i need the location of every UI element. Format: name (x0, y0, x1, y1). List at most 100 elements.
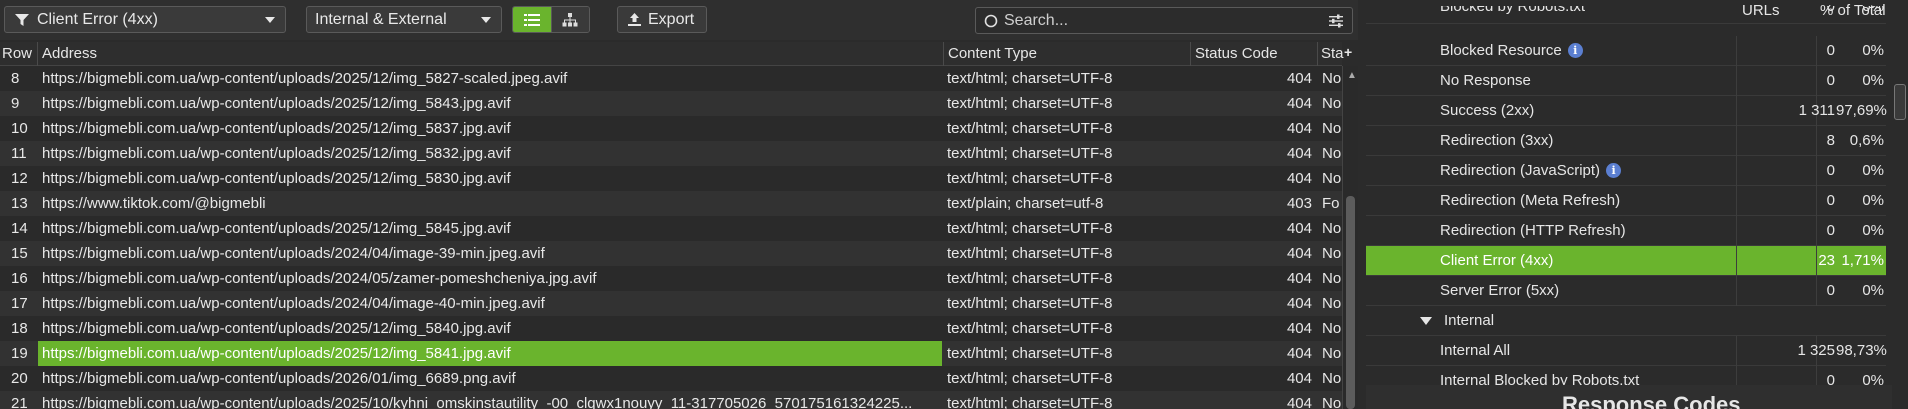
address-cell: https://bigmebli.com.ua/wp-content/uploa… (42, 345, 511, 362)
list-item[interactable]: Redirection (3xx) 8 0,6% (1366, 126, 1886, 156)
status-code-cell: 404 (1286, 295, 1312, 312)
table-row[interactable]: 16 https://bigmebli.com.ua/wp-content/upl… (0, 266, 1342, 291)
list-item[interactable]: Blocked by Robots.txt 0 0% (1366, 6, 1886, 24)
label-text: Blocked Resource (1440, 42, 1562, 59)
list-item[interactable]: Redirection (Meta Refresh) 0 0% (1366, 186, 1886, 216)
scope-dropdown[interactable]: Internal & External (306, 6, 502, 33)
table-row[interactable]: 12 https://bigmebli.com.ua/wp-content/upl… (0, 166, 1342, 191)
status-cell: No (1322, 320, 1342, 337)
tree-view-button[interactable] (550, 7, 589, 32)
filter-icon (15, 13, 29, 26)
col-header-content-type[interactable]: Content Type (948, 45, 1037, 62)
table-row[interactable]: 14 https://bigmebli.com.ua/wp-content/upl… (0, 216, 1342, 241)
overview-scrollbar[interactable] (1892, 18, 1908, 409)
table-row[interactable]: 18 https://bigmebli.com.ua/wp-content/upl… (0, 316, 1342, 341)
table-row[interactable]: 17 https://bigmebli.com.ua/wp-content/upl… (0, 291, 1342, 316)
row-number: 8 (11, 70, 20, 87)
search-box (975, 7, 1353, 34)
row-number: 11 (11, 145, 27, 162)
status-code-cell: 404 (1286, 270, 1312, 287)
scrollbar-thumb[interactable] (1346, 196, 1355, 409)
address-cell: https://bigmebli.com.ua/wp-content/uploa… (42, 395, 913, 409)
list-view-icon (523, 13, 540, 26)
table-row[interactable]: 20 https://bigmebli.com.ua/wp-content/upl… (0, 366, 1342, 391)
list-item[interactable]: Success (2xx) 1 311 97,69% (1366, 96, 1887, 126)
address-cell: https://bigmebli.com.ua/wp-content/uploa… (42, 145, 511, 162)
export-button[interactable]: Export (617, 6, 707, 33)
table-row[interactable]: 21 https://bigmebli.com.ua/wp-content/upl… (0, 391, 1342, 409)
response-codes-title: Response Codes (1562, 392, 1741, 409)
urls-count: 0 (1826, 192, 1835, 209)
status-cell: No (1322, 145, 1342, 162)
list-item[interactable]: Redirection (JavaScript) i 0 0% (1366, 156, 1886, 186)
table-row[interactable]: 15 https://bigmebli.com.ua/wp-content/upl… (0, 241, 1342, 266)
scrollbar-thumb[interactable] (1894, 84, 1906, 120)
list-view-button[interactable] (513, 7, 551, 32)
address-cell: https://bigmebli.com.ua/wp-content/uploa… (42, 70, 568, 87)
status-cell: No (1322, 295, 1342, 312)
section-internal[interactable]: Internal (1366, 306, 1886, 336)
status-code-cell: 404 (1286, 145, 1312, 162)
list-item[interactable]: No Response 0 0% (1366, 66, 1886, 96)
search-input[interactable] (1004, 11, 1304, 30)
chevron-down-icon (265, 17, 275, 23)
list-item[interactable]: Redirection (HTTP Refresh) 0 0% (1366, 216, 1886, 246)
list-item[interactable]: Server Error (5xx) 0 0% (1366, 276, 1886, 306)
content-type-cell: text/html; charset=UTF-8 (947, 320, 1113, 337)
table-row[interactable]: 10 https://bigmebli.com.ua/wp-content/upl… (0, 116, 1342, 141)
content-type-cell: text/html; charset=UTF-8 (947, 70, 1113, 87)
percent-of-total: 0,6% (1849, 132, 1884, 149)
percent-of-total: 0% (1862, 192, 1884, 209)
label-text: Redirection (3xx) (1440, 132, 1554, 149)
row-number: 15 (11, 245, 28, 262)
table-row[interactable]: 8 https://bigmebli.com.ua/wp-content/uplo… (0, 66, 1342, 91)
info-icon[interactable]: i (1567, 43, 1583, 58)
content-type-cell: text/html; charset=UTF-8 (947, 145, 1113, 162)
table-row[interactable]: 9 https://bigmebli.com.ua/wp-content/uplo… (0, 91, 1342, 116)
list-item[interactable]: Blocked Resource i 0 0% (1366, 36, 1886, 66)
scroll-up-icon[interactable]: ▲ (1347, 70, 1357, 81)
col-header-status[interactable]: Sta (1321, 45, 1344, 62)
add-column-icon[interactable]: + (1344, 44, 1352, 60)
app-window: Client Error (4xx) Internal & External E… (0, 0, 1908, 409)
label-text: Redirection (Meta Refresh) (1440, 192, 1621, 209)
list-item[interactable]: Internal All 1 325 98,73% (1366, 336, 1887, 366)
status-code-cell: 404 (1286, 320, 1312, 337)
status-code-cell: 403 (1286, 195, 1312, 212)
list-item-label: Blocked Resource i (1440, 42, 1583, 59)
list-item[interactable]: Client Error (4xx) 23 1,71% (1366, 246, 1886, 276)
expand-arrow-icon[interactable] (1420, 316, 1432, 325)
table-row[interactable]: 11 https://bigmebli.com.ua/wp-content/upl… (0, 141, 1342, 166)
filter-dropdown[interactable]: Client Error (4xx) (4, 6, 286, 33)
address-cell: https://bigmebli.com.ua/wp-content/uploa… (42, 95, 511, 112)
table-scrollbar[interactable]: ▲ (1342, 66, 1358, 409)
table-row[interactable]: 19 https://bigmebli.com.ua/wp-content/upl… (0, 341, 1342, 366)
address-cell: https://bigmebli.com.ua/wp-content/uploa… (42, 120, 511, 137)
row-number: 16 (11, 270, 28, 287)
list-item-label: Internal All (1440, 342, 1510, 359)
col-header-status-code[interactable]: Status Code (1195, 45, 1278, 62)
section-label-text: Internal (1444, 312, 1495, 329)
col-header-address[interactable]: Address (42, 45, 97, 62)
overview-pane: URLs % of Total Blocked by Robots.txt 0 … (1366, 0, 1908, 409)
list-item-label: Redirection (3xx) (1440, 132, 1553, 149)
scope-dropdown-value: Internal & External (315, 10, 447, 28)
status-code-cell: 404 (1286, 245, 1312, 262)
info-icon[interactable]: i (1606, 163, 1622, 178)
content-type-cell: text/html; charset=UTF-8 (947, 345, 1113, 362)
status-code-cell: 404 (1286, 220, 1312, 237)
col-header-row[interactable]: Row (2, 45, 32, 62)
status-cell: No (1322, 395, 1342, 409)
status-code-cell: 404 (1286, 120, 1312, 137)
list-item-label: No Response (1440, 72, 1531, 89)
percent-of-total: 0% (1862, 42, 1884, 59)
list-item-label: Server Error (5xx) (1440, 282, 1559, 299)
search-settings-icon[interactable] (1328, 13, 1344, 29)
status-cell: Fo (1322, 195, 1340, 212)
list-item-label: Success (2xx) (1440, 102, 1534, 119)
table-row[interactable]: 13 https://www.tiktok.com/@bigmebli text/p… (0, 191, 1342, 216)
urls-count: 0 (1826, 222, 1835, 239)
row-number: 10 (11, 120, 28, 137)
urls-count: 0 (1826, 72, 1835, 89)
address-cell: https://bigmebli.com.ua/wp-content/uploa… (42, 295, 545, 312)
